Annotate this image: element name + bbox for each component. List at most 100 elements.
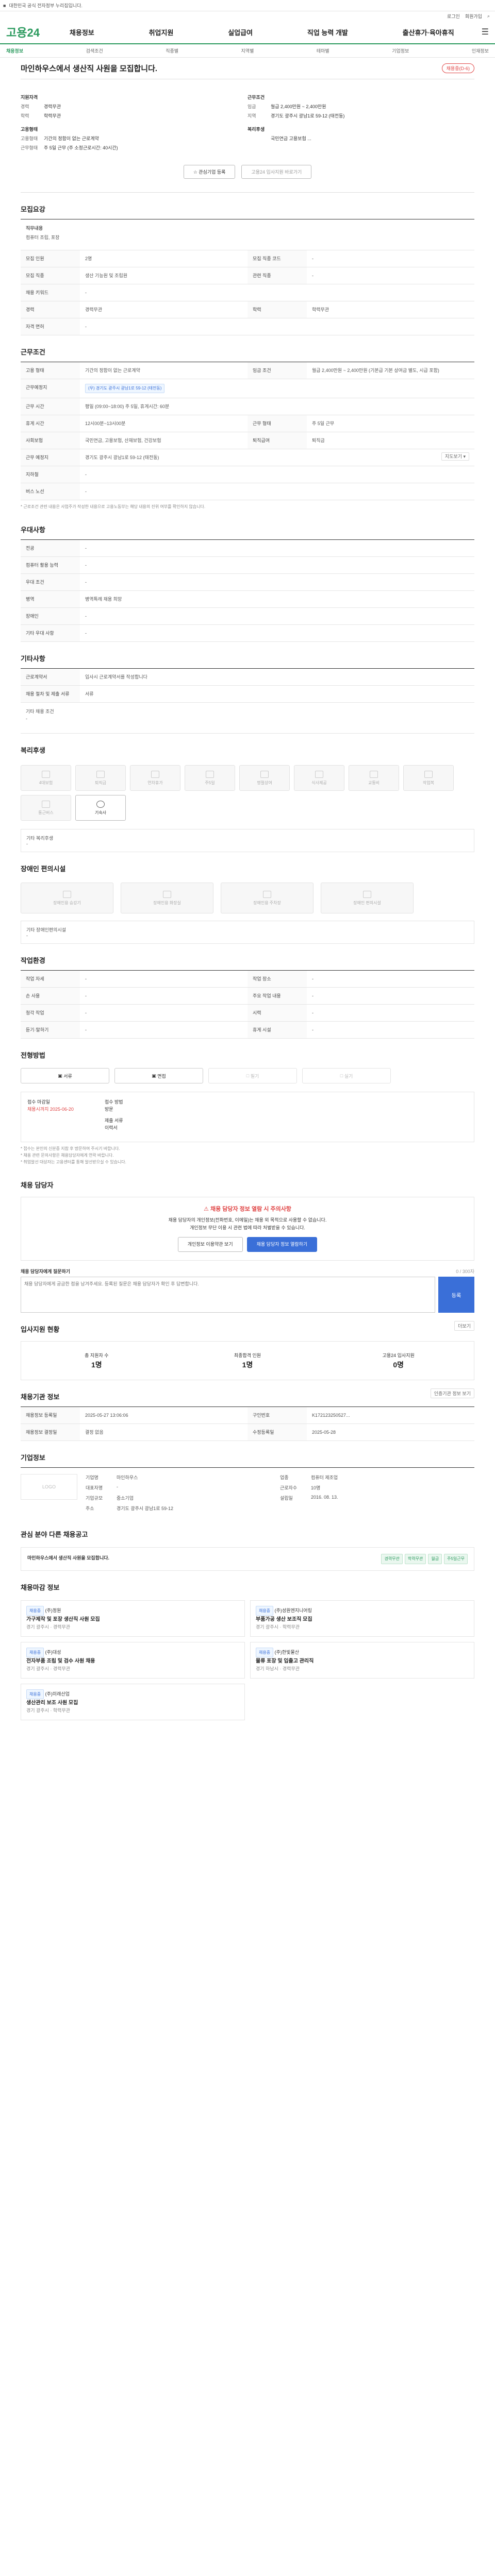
map-button[interactable]: 지도보기 ▾ [441, 452, 469, 461]
row-value: 2명 [85, 256, 92, 261]
welfare-item: 교통비 [349, 765, 399, 791]
welfare-icon [42, 770, 50, 778]
search-icon[interactable]: ⌕ [487, 13, 490, 19]
rec-meta: 경기 광주시 · 학력무관 [256, 1624, 300, 1630]
section-title-selection: 전형방법 [21, 1052, 45, 1059]
method-interview: ▣ 면접 [114, 1068, 203, 1083]
privacy-terms-button[interactable]: 개인정보 이용약관 보기 [177, 1237, 243, 1252]
row-value: 주 5일 근무 [312, 421, 335, 426]
sub-item-company[interactable]: 기업정보 [392, 47, 409, 54]
recommend-card[interactable]: 채용중 (주)한빛물산 물류 포장 및 입출고 관리직 경기 하남시 · 경력무관 [250, 1642, 474, 1679]
util-join[interactable]: 회원가입 [465, 13, 482, 20]
table-row: 휴게 시간 12시00분~13시00분 근무 형태 주 5일 근무 [21, 415, 474, 432]
sub-item-jobs[interactable]: 채용정보 [6, 47, 23, 54]
row-value: 퇴직금 [312, 438, 325, 443]
work-env-table: 작업 자세 - 작업 장소 - 손 사용 - 주요 작업 내용 - 청각 작업 - 시력 - 듣기… [21, 970, 474, 1039]
rec-title: 가구제작 및 포장 생산직 사원 모집 [26, 1617, 100, 1622]
rec-tag: 채용중 [26, 1606, 44, 1616]
table-row: 병역 병역특례 채용 희망 [21, 591, 474, 608]
row-value: - [312, 1010, 314, 1015]
gnb-training[interactable]: 직업 능력 개발 [307, 27, 348, 37]
gnb-support[interactable]: 취업지원 [149, 27, 174, 37]
welfare-icon [42, 800, 50, 808]
stat-label: 총 지원자 수 [85, 1353, 109, 1358]
recommend-card[interactable]: 채용중 (주)미래산업 생산관리 보조 사원 모집 경기 광주시 · 학력무관 [21, 1684, 245, 1720]
row-value: - [85, 563, 87, 568]
sub-item-talent[interactable]: 인재정보 [472, 47, 489, 54]
sub-item-occupation[interactable]: 직종별 [166, 47, 178, 54]
info-value: 컴퓨터 제조업 [311, 1475, 338, 1480]
char-count: 0 / 300자 [456, 1269, 474, 1274]
sub-item-region[interactable]: 지역별 [241, 47, 254, 54]
conditions-note: * 근로조건 관련 내용은 사업주가 작성한 내용으로 고용노동부는 해당 내용… [21, 504, 206, 509]
facility-grid: 장애인용 승강기 장애인용 화장실 장애인용 주차장 장애인 편의시설 [21, 878, 474, 918]
info-key: 근로자수 [280, 1485, 298, 1490]
rec-meta: 경기 광주시 · 경력무관 [26, 1624, 71, 1630]
table-row: 자격 면허 - [21, 318, 474, 335]
sub-nav: 채용정보 검색조건 직종별 지역별 테마별 기업정보 인재정보 [0, 44, 495, 58]
summary-key: 고용형태 [21, 136, 38, 141]
question-submit-button[interactable]: 등록 [438, 1277, 474, 1313]
row-value: 2025-05-28 [312, 1430, 336, 1435]
agency-more-button[interactable]: 인증기관 정보 보기 [430, 1388, 474, 1398]
facility-item: 장애인용 주차장 [221, 883, 314, 913]
row-key: 근무예정지 [21, 379, 80, 398]
summary-key: 근무형태 [21, 145, 38, 150]
gnb-benefit[interactable]: 실업급여 [228, 27, 253, 37]
row-key: 주요 작업 내용 [248, 988, 307, 1004]
sub-item-search[interactable]: 검색조건 [86, 47, 103, 54]
row-value: - [85, 631, 87, 636]
stat-label: 최종합격 인원 [234, 1353, 261, 1358]
job-tag: 학력무관 [404, 1554, 426, 1564]
status-more-button[interactable]: 더보기 [454, 1321, 474, 1331]
table-row: 채용 키워드 - [21, 284, 474, 301]
title-row: 마인하우스에서 생산직 사원을 모집합니다. 채용중(D-6) [21, 58, 474, 79]
recommend-card[interactable]: 채용중 (주)대성 전자부품 조립 및 검수 사원 채용 경기 광주시 · 경력무관 [21, 1642, 245, 1679]
info-key: 기업명 [86, 1475, 98, 1480]
view-manager-button[interactable]: 채용 담당자 정보 열람하기 [246, 1237, 318, 1252]
method-written: □ 필기 [208, 1068, 297, 1083]
table-row: 근무 예정지 경기도 광주시 광남1로 59-12 (태전동) 지도보기 ▾ [21, 449, 474, 466]
sub-item-theme[interactable]: 테마별 [317, 47, 329, 54]
row-value: - [85, 489, 87, 494]
row-value: 평일 (09:00~18:00) 주 5일, 휴게시간: 60분 [85, 404, 170, 409]
facility-item: 장애인 편의시설 [321, 883, 414, 913]
note-line: * 취업알선 대상자는 고용센터를 통해 알선받으실 수 있습니다. [21, 1160, 126, 1164]
similar-job-card[interactable]: 마인하우스에서 생산직 사원을 모집합니다. 경력무관 학력무관 월급 주5일근… [21, 1547, 474, 1571]
location-tag: (우) 경기도 광주시 광남1로 59-12 (태전동) [85, 384, 165, 393]
apply-button[interactable]: 고용24 입사지원 바로가기 [241, 165, 312, 179]
row-key: 병역 [21, 591, 80, 607]
row-value: - [85, 976, 87, 981]
apply-method-value: 방문 [104, 1107, 113, 1112]
gnb-jobs[interactable]: 채용정보 [70, 27, 94, 37]
question-input[interactable] [21, 1277, 435, 1313]
desc-value: 컴퓨터 조립, 포장 [26, 235, 60, 240]
recommend-list: 채용중 (주)정원가구제작 및 포장 생산직 사원 모집경기 광주시 · 경력무… [21, 1600, 474, 1720]
gov-topbar: ■ 대한민국 공식 전자정부 누리집입니다. [0, 0, 495, 11]
rec-meta: 경기 광주시 · 학력무관 [26, 1708, 71, 1713]
gnb-leave[interactable]: 출산휴가·육아휴직 [403, 27, 454, 37]
stat-label: 고용24 입사지원 [382, 1353, 415, 1358]
menu-icon[interactable]: ☰ [482, 27, 489, 37]
info-key: 업종 [280, 1475, 289, 1480]
row-key: 듣기·말하기 [21, 1022, 80, 1038]
row-value: - [85, 324, 87, 329]
recommend-card[interactable]: 채용중 (주)성원엔지니어링 부품가공 생산 보조직 모집 경기 광주시 · 학력무… [250, 1600, 474, 1637]
rec-company: (주)정원 [45, 1608, 61, 1613]
table-row: 청각 작업 - 시력 - [21, 1005, 474, 1022]
info-value: - [117, 1484, 118, 1489]
global-nav: 고용24 채용정보 취업지원 실업급여 직업 능력 개발 출산휴가·육아휴직 ☰ [0, 21, 495, 44]
check-icon: ▣ [58, 1073, 64, 1078]
apply-notes: * 접수는 본인의 신분증 지참 후 방문하여 주시기 바랍니다. * 채용 관… [21, 1142, 474, 1168]
row-key: 버스 노선 [21, 483, 80, 500]
rec-meta: 경기 광주시 · 경력무관 [26, 1666, 71, 1671]
util-login[interactable]: 로그인 [447, 13, 460, 20]
recommend-card[interactable]: 채용중 (주)정원가구제작 및 포장 생산직 사원 모집경기 광주시 · 경력무… [21, 1600, 245, 1637]
check-icon: □ [246, 1073, 251, 1078]
summary-value: 주 5일 근무 (주 소정근로시간: 40시간) [44, 145, 118, 150]
rec-title: 전자부품 조립 및 검수 사원 채용 [26, 1658, 95, 1664]
favorite-company-button[interactable]: ☆ 관심기업 등록 [183, 165, 236, 179]
facility-item: 장애인용 승강기 [21, 883, 113, 913]
logo[interactable]: 고용24 [6, 24, 42, 40]
row-value: - [85, 614, 87, 619]
